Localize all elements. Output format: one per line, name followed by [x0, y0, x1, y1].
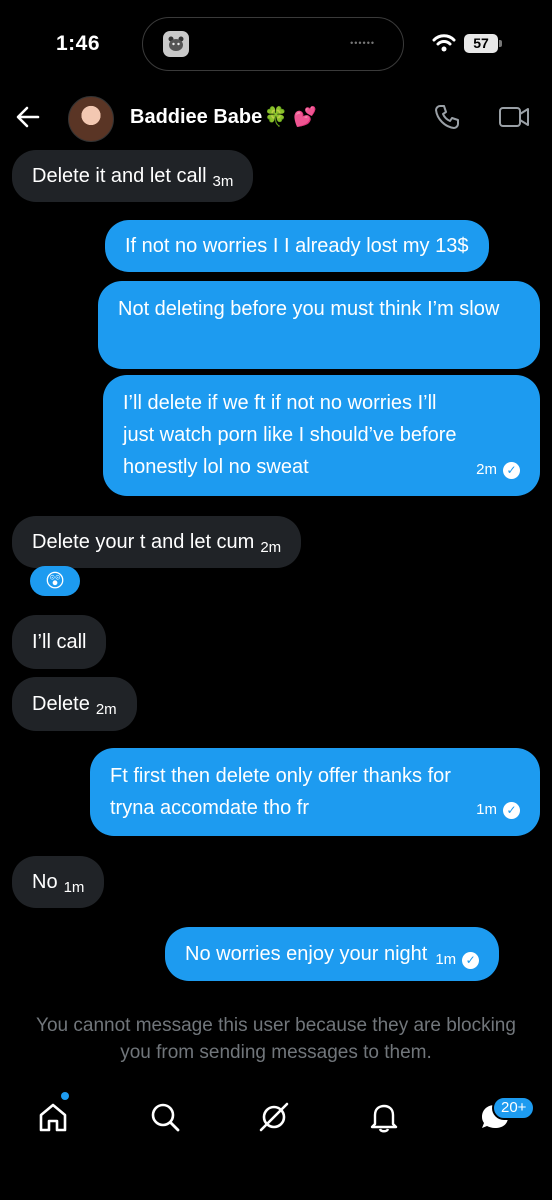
message-time: 1m: [435, 951, 457, 968]
message-time: 1m: [476, 801, 497, 818]
search-icon[interactable]: [148, 1100, 182, 1134]
message-bubble-incoming[interactable]: Delete 2m: [12, 677, 137, 731]
grok-icon[interactable]: [257, 1100, 291, 1134]
message-time-status: 1m ✓: [476, 794, 520, 826]
messages-badge: 20+: [492, 1096, 536, 1120]
message-text: I’ll delete if we ft if not no worries I…: [123, 392, 457, 478]
island-app-icon: [163, 31, 189, 57]
message-bubble-incoming[interactable]: I’ll call: [12, 615, 107, 669]
message-text: Ft first then delete only offer thanks f…: [110, 765, 451, 819]
read-receipt-check-icon: ✓: [503, 801, 520, 819]
message-bubble-incoming[interactable]: Delete your t and let cum 2m: [12, 516, 302, 568]
message-bubble-outgoing[interactable]: I’ll delete if we ft if not no worries I…: [103, 375, 540, 496]
message-bubble-incoming[interactable]: No 1m: [12, 856, 105, 908]
blocked-notice: You cannot message this user because the…: [36, 1015, 516, 1063]
island-activity-dots-icon: ••••••: [350, 38, 375, 48]
message-text: Delete: [32, 693, 90, 715]
message-bubble-outgoing[interactable]: If not no worries I I already lost my 13…: [105, 220, 489, 272]
message-text: I’ll call: [32, 631, 87, 653]
message-time: 3m: [212, 173, 234, 190]
home-icon[interactable]: [36, 1100, 70, 1134]
read-receipt-check-icon: ✓: [503, 461, 520, 479]
message-text: Delete your t and let cum: [32, 531, 255, 553]
message-text: No worries enjoy your night: [185, 943, 428, 965]
message-text: Delete it and let call: [32, 165, 207, 187]
battery-nub: [499, 40, 502, 47]
phone-icon[interactable]: [432, 102, 462, 132]
message-time: 2m: [260, 539, 282, 556]
dynamic-island: ••••••: [142, 17, 404, 71]
status-time: 1:46: [56, 32, 101, 55]
message-reaction[interactable]: 😲: [30, 566, 80, 596]
message-time: 1m: [63, 879, 85, 896]
message-bubble-outgoing[interactable]: Ft first then delete only offer thanks f…: [90, 748, 540, 836]
message-bubble-outgoing[interactable]: Not deleting before you must think I’m s…: [98, 281, 540, 369]
contact-name-emoji: 🍀 💕: [264, 107, 317, 128]
message-text: Not deleting before you must think I’m s…: [118, 298, 500, 320]
conversation-header: Baddiee Babe 🍀 💕: [0, 92, 552, 142]
home-unread-dot: [61, 1092, 69, 1100]
read-receipt-check-icon: ✓: [462, 951, 480, 969]
notifications-bell-icon[interactable]: [367, 1100, 401, 1134]
status-bar: 1:46 •••••• 57: [0, 0, 552, 92]
message-time-status: 1m ✓: [435, 933, 480, 987]
back-arrow-icon[interactable]: [14, 103, 42, 131]
bottom-tab-bar: [0, 1090, 552, 1150]
message-text: If not no worries I I already lost my 13…: [125, 235, 469, 257]
message-time: 2m: [476, 461, 497, 478]
battery-indicator: 57: [464, 34, 498, 53]
contact-name-text: Baddiee Babe: [130, 106, 263, 128]
video-camera-icon[interactable]: [498, 104, 530, 130]
message-bubble-incoming[interactable]: Delete it and let call 3m: [12, 150, 254, 202]
message-text: No: [32, 871, 58, 893]
message-time-status: 2m ✓: [476, 454, 520, 486]
wifi-icon: [432, 34, 456, 52]
contact-name[interactable]: Baddiee Babe 🍀 💕: [130, 105, 317, 129]
message-bubble-outgoing[interactable]: No worries enjoy your night 1m ✓: [165, 927, 500, 981]
contact-avatar[interactable]: [68, 96, 114, 142]
message-time: 2m: [95, 701, 117, 718]
